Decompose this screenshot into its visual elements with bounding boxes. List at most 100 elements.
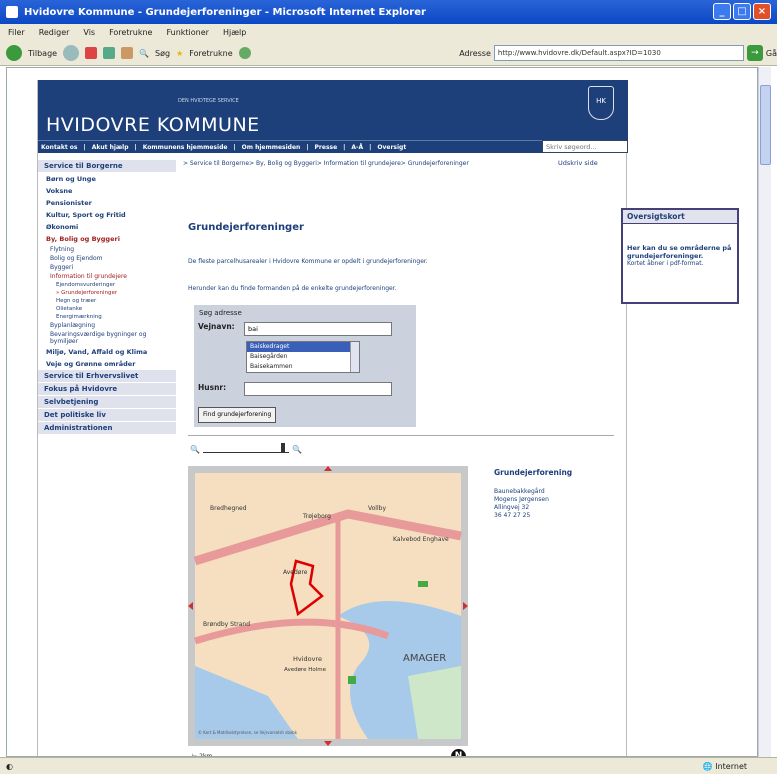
nav-heading[interactable]: Administrationen xyxy=(38,422,176,435)
nav-help[interactable]: Akut hjælp xyxy=(92,144,129,151)
nav-overview[interactable]: Oversigt xyxy=(377,144,406,151)
overview-heading: Oversigtskort xyxy=(623,210,737,224)
refresh-icon[interactable] xyxy=(103,47,116,59)
scrollbar-thumb[interactable] xyxy=(760,85,771,165)
nav-item[interactable]: Kultur, Sport og Fritid xyxy=(38,209,176,221)
banner-tagline: DEN HVIDTEGE SERVICE xyxy=(178,98,239,104)
page-scrollbar[interactable] xyxy=(758,67,771,757)
nav-az[interactable]: A-Å xyxy=(351,144,363,151)
address-bar: Adresse → Gå xyxy=(459,45,777,61)
site-search-input[interactable] xyxy=(542,140,628,153)
overview-note: Kortet åbner i pdf-format. xyxy=(627,260,704,267)
nav-sub-item[interactable]: Byplanlægning xyxy=(38,321,176,330)
favorites-icon[interactable]: ★ xyxy=(176,49,183,58)
favorites-label[interactable]: Foretrukne xyxy=(189,49,232,58)
nav-item[interactable]: Børn og Unge xyxy=(38,173,176,185)
result-line: Baunebakkegård xyxy=(494,488,545,495)
menu-help[interactable]: Hjælp xyxy=(223,28,246,37)
road-label: Vejnavn: xyxy=(198,322,235,331)
site-banner: DEN HVIDTEGE SERVICE HVIDOVRE KOMMUNE HK xyxy=(38,80,628,140)
nav-item[interactable]: Miljø, Vand, Affald og Klima xyxy=(38,346,176,358)
zoom-slider[interactable] xyxy=(202,443,289,453)
stop-icon[interactable] xyxy=(85,47,98,59)
map-label: Vollby xyxy=(368,505,386,512)
result-line: Mogens Jørgensen xyxy=(494,496,549,503)
nav-sub-item-active[interactable]: Information til grundejere xyxy=(38,272,176,281)
go-button[interactable]: → xyxy=(746,45,763,61)
minimize-button[interactable]: _ xyxy=(713,3,731,20)
address-input[interactable] xyxy=(493,45,744,61)
site-logo-text[interactable]: HVIDOVRE KOMMUNE xyxy=(46,114,260,136)
nav-item[interactable]: Veje og Grønne områder xyxy=(38,358,176,370)
nav-item[interactable]: Pensionister xyxy=(38,197,176,209)
menu-view[interactable]: Vis xyxy=(83,28,95,37)
result-heading: Grundejerforening xyxy=(494,468,573,477)
road-input[interactable] xyxy=(244,322,392,336)
nav-sub-item[interactable]: Byggeri xyxy=(38,263,176,272)
nav-item-active[interactable]: By, Bolig og Byggeri xyxy=(38,233,176,245)
house-number-input[interactable] xyxy=(244,382,392,396)
nav-subsub-item[interactable]: Energimærkning xyxy=(38,313,176,321)
nav-subsub-item[interactable]: Ejendomsvurderinger xyxy=(38,281,176,289)
overview-map-box: Oversigtskort Her kan du se områderne på… xyxy=(621,208,739,304)
top-navigation: Kontakt os | Akut hjælp | Kommunens hjemme… xyxy=(38,140,628,153)
house-number-label: Husnr: xyxy=(198,383,227,392)
nav-sub-item[interactable]: Flytning xyxy=(38,245,176,254)
zoom-out-icon[interactable]: 🔍 xyxy=(190,445,200,454)
nav-item[interactable]: Voksne xyxy=(38,185,176,197)
home-icon[interactable] xyxy=(121,47,134,59)
media-icon[interactable] xyxy=(238,47,251,59)
page-title: Grundejerforeninger xyxy=(188,222,304,233)
maximize-button[interactable]: □ xyxy=(733,3,751,20)
print-link[interactable]: Udskriv side xyxy=(558,159,598,167)
nav-about[interactable]: Om hjemmesiden xyxy=(242,144,301,151)
nav-heading[interactable]: Det politiske liv xyxy=(38,409,176,422)
search-label[interactable]: Søg xyxy=(155,49,170,58)
ie-icon xyxy=(6,6,18,18)
nav-sub-item[interactable]: Bolig og Ejendom xyxy=(38,254,176,263)
find-association-button[interactable]: Find grundejerforening xyxy=(198,407,277,423)
search-icon[interactable]: 🔍 xyxy=(139,49,149,58)
result-details: Baunebakkegård Mogens Jørgensen Allingve… xyxy=(494,488,549,520)
nav-sub-item[interactable]: Bevaringsværdige bygninger og bymiljøer xyxy=(38,330,176,346)
window-controls: _ □ × xyxy=(713,3,771,20)
nav-press[interactable]: Presse xyxy=(315,144,338,151)
nav-subsub-item-active[interactable]: » Grundejerforeninger xyxy=(38,289,176,297)
window-title: Hvidovre Kommune - Grundejerforeninger -… xyxy=(24,6,426,18)
go-label[interactable]: Gå xyxy=(766,49,777,58)
map-view[interactable]: Bredhegned Trøjeborg Vollby Kalvebod Eng… xyxy=(188,466,468,746)
menu-file[interactable]: Filer xyxy=(8,28,25,37)
zoom-in-icon[interactable]: 🔍 xyxy=(292,445,302,454)
back-icon[interactable] xyxy=(6,45,22,61)
close-button[interactable]: × xyxy=(753,3,771,20)
nav-heading-service[interactable]: Service til Borgerne xyxy=(38,160,176,173)
nav-subsub-item[interactable]: Hegn og træer xyxy=(38,297,176,305)
list-scrollbar[interactable] xyxy=(350,342,359,372)
crest-logo: HK xyxy=(588,86,614,120)
divider xyxy=(188,435,614,436)
menu-favorites[interactable]: Foretrukne xyxy=(109,28,152,37)
map-copyright: © Kort & Matrikelstyrelsen, se Vejrvarse… xyxy=(198,730,298,735)
road-suggestion-list[interactable]: Baiskedraget Baisegården Baisekammen xyxy=(246,341,360,373)
nav-subsub-item[interactable]: Olietanke xyxy=(38,305,176,313)
forward-icon[interactable] xyxy=(63,45,80,61)
map-label: Brøndby Strand xyxy=(203,621,250,628)
back-label[interactable]: Tilbage xyxy=(28,49,57,58)
road-option[interactable]: Baisekammen xyxy=(247,362,359,372)
nav-homepage[interactable]: Kommunens hjemmeside xyxy=(143,144,228,151)
nav-heading[interactable]: Fokus på Hvidovre xyxy=(38,383,176,396)
overview-link[interactable]: Her kan du se områderne på grundejerfore… xyxy=(623,224,737,260)
menu-tools[interactable]: Funktioner xyxy=(166,28,208,37)
map-label: Avedøre Holme xyxy=(284,667,327,673)
nav-contact[interactable]: Kontakt os xyxy=(41,144,78,151)
nav-item[interactable]: Økonomi xyxy=(38,221,176,233)
nav-heading[interactable]: Selvbetjening xyxy=(38,396,176,409)
breadcrumb[interactable]: > Service til Borgerne> By, Bolig og Byg… xyxy=(183,159,523,168)
window-titlebar: Hvidovre Kommune - Grundejerforeninger -… xyxy=(0,0,777,24)
road-option-selected[interactable]: Baiskedraget xyxy=(247,342,359,352)
road-option[interactable]: Baisegården xyxy=(247,352,359,362)
site-container: DEN HVIDTEGE SERVICE HVIDOVRE KOMMUNE HK… xyxy=(37,80,739,756)
menu-edit[interactable]: Rediger xyxy=(39,28,70,37)
zoom-slider-handle[interactable] xyxy=(280,443,285,453)
nav-heading[interactable]: Service til Erhvervslivet xyxy=(38,370,176,383)
